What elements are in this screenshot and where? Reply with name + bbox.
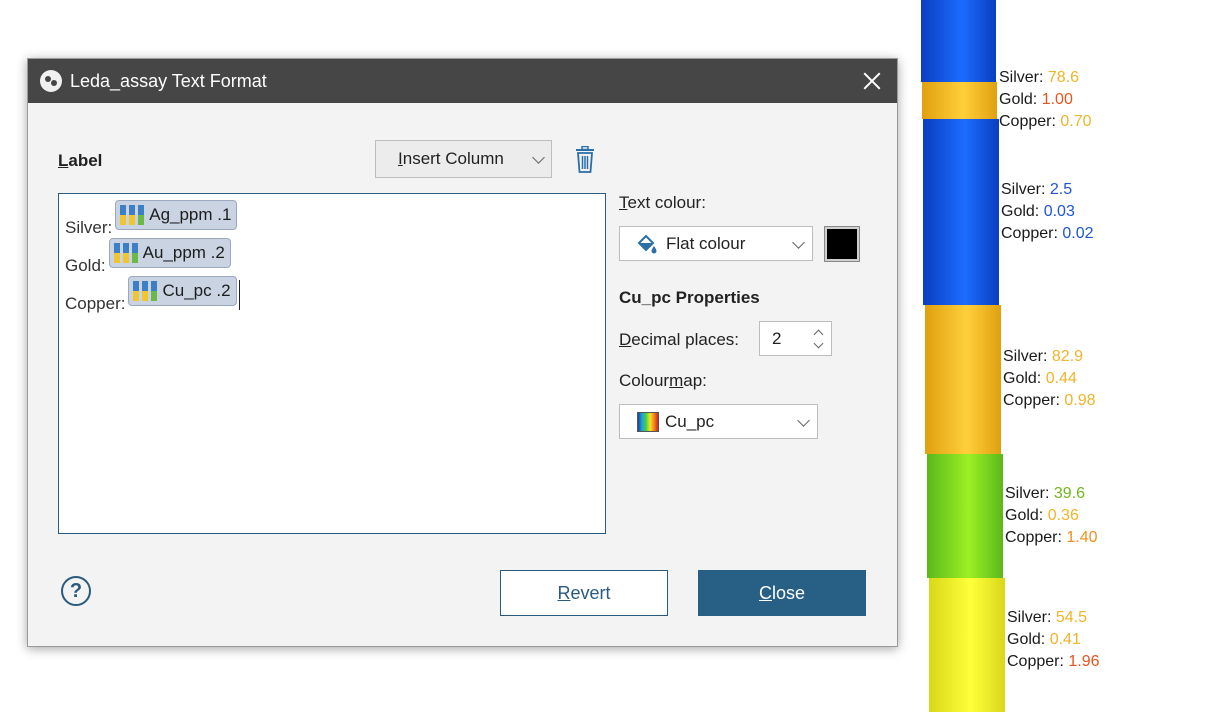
column-icon — [133, 281, 158, 301]
editor-line-silver: Silver: Ag_ppm .1 — [65, 200, 238, 238]
assay-label-5: Silver: 54.5 Gold: 0.41 Copper: 1.96 — [1007, 609, 1100, 670]
app-logo-icon — [40, 70, 62, 92]
assay-label-3: Silver: 82.9 Gold: 0.44 Copper: 0.98 — [1003, 348, 1096, 409]
colour-ramp-icon — [637, 411, 659, 432]
column-chip-au-ppm[interactable]: Au_ppm .2 — [108, 238, 231, 268]
text-format-dialog: Leda_assay Text Format Label Insert Colu… — [27, 58, 898, 647]
colourmap-label: Colourmap: — [619, 371, 707, 390]
silver-value: 78.6 — [1047, 69, 1080, 86]
gold-value: 0.03 — [1043, 203, 1075, 220]
close-button[interactable]: Close — [698, 570, 866, 616]
interval-green — [927, 454, 1003, 578]
gold-value: 0.44 — [1045, 370, 1077, 387]
dialog-title: Leda_assay Text Format — [70, 70, 267, 91]
interval-blue-top — [921, 0, 996, 82]
text-colour-dropdown[interactable]: Flat colour — [619, 226, 813, 261]
interval-orange-2 — [925, 305, 1001, 454]
copper-value: 0.02 — [1062, 225, 1094, 242]
revert-button[interactable]: Revert — [500, 570, 668, 616]
decimal-places-stepper[interactable]: 2 — [759, 321, 832, 356]
properties-heading: Cu_pc Properties — [619, 288, 760, 307]
assay-label-2: Silver: 2.5 Gold: 0.03 Copper: 0.02 — [1001, 181, 1094, 242]
copper-value: 1.40 — [1066, 529, 1098, 546]
dialog-titlebar: Leda_assay Text Format — [28, 59, 897, 103]
chevron-down-icon — [532, 151, 545, 164]
copper-value: 0.98 — [1064, 392, 1096, 409]
copper-value: 0.70 — [1060, 113, 1092, 130]
insert-column-dropdown[interactable]: Insert Column — [375, 140, 552, 178]
silver-value: 82.9 — [1051, 348, 1084, 365]
editor-line-copper: Copper: Cu_pc .2 — [65, 276, 241, 314]
chevron-down-icon[interactable] — [813, 338, 824, 349]
silver-value: 2.5 — [1049, 181, 1073, 198]
interval-yellow — [929, 578, 1005, 712]
paint-bucket-icon — [637, 234, 657, 253]
assay-label-1: Silver: 78.6 Gold: 1.00 Copper: 0.70 — [999, 69, 1092, 130]
column-icon — [120, 205, 145, 225]
column-icon — [113, 243, 138, 263]
gold-value: 1.00 — [1041, 91, 1073, 108]
gold-value: 0.41 — [1049, 631, 1081, 648]
help-icon[interactable]: ? — [61, 576, 91, 606]
assay-label-4: Silver: 39.6 Gold: 0.36 Copper: 1.40 — [1005, 485, 1098, 546]
trash-icon[interactable] — [573, 146, 597, 174]
column-chip-ag-ppm[interactable]: Ag_ppm .1 — [115, 200, 238, 230]
chevron-down-icon — [797, 414, 810, 427]
silver-value: 54.5 — [1055, 609, 1088, 626]
interval-orange-1 — [922, 82, 997, 119]
editor-line-gold: Gold: Au_ppm .2 — [65, 238, 231, 276]
interval-blue-2 — [923, 119, 999, 305]
text-colour-label: Text colour: — [619, 193, 706, 212]
copper-value: 1.96 — [1068, 653, 1100, 670]
close-icon[interactable] — [861, 70, 883, 92]
silver-value: 39.6 — [1053, 485, 1086, 502]
column-chip-cu-pc[interactable]: Cu_pc .2 — [128, 276, 237, 306]
label-heading: Label — [58, 151, 103, 170]
text-colour-swatch[interactable] — [824, 226, 860, 262]
gold-value: 0.36 — [1047, 507, 1079, 524]
decimal-places-label: Decimal places: — [619, 330, 739, 349]
label-editor[interactable]: Silver: Ag_ppm .1 Gold: Au_ppm .2 Copper… — [58, 193, 606, 534]
text-cursor — [238, 280, 241, 310]
chevron-down-icon — [792, 236, 805, 249]
colourmap-dropdown[interactable]: Cu_pc — [619, 404, 818, 439]
